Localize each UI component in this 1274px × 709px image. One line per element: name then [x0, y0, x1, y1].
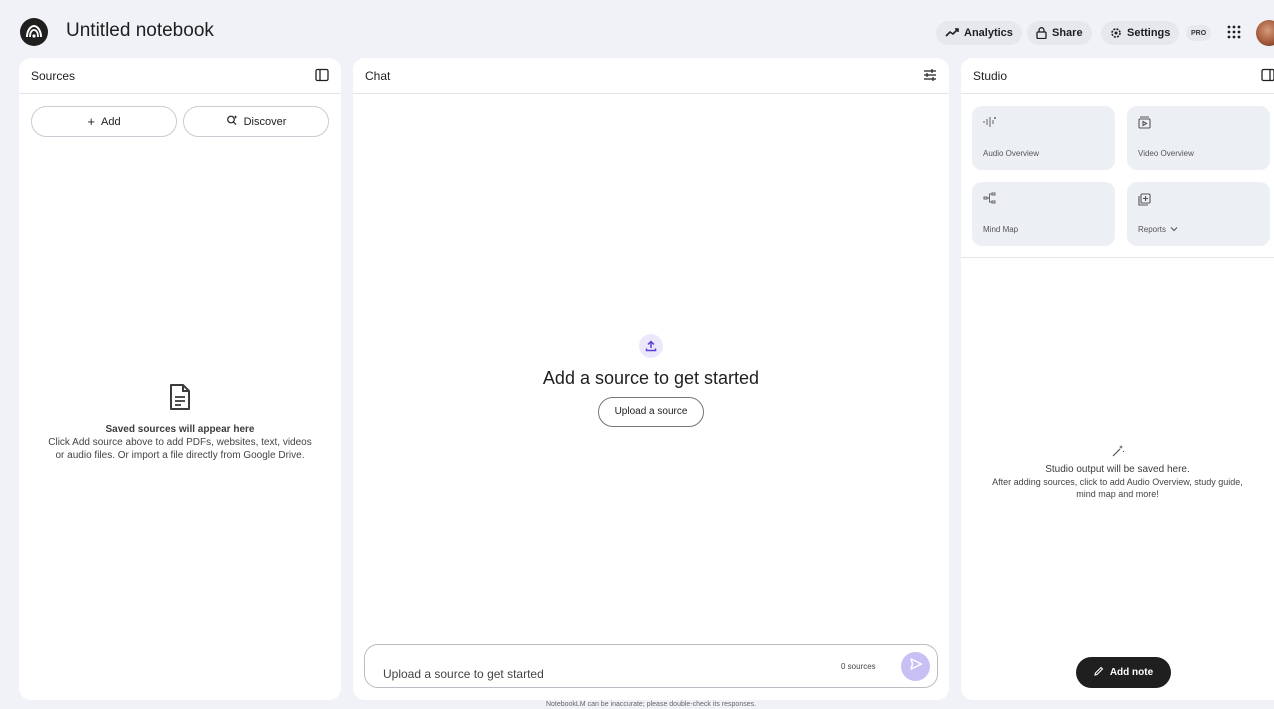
video-overview-label: Video Overview	[1138, 149, 1194, 158]
send-button[interactable]	[901, 652, 930, 681]
chat-empty-title: Add a source to get started	[542, 368, 760, 388]
chat-panel: Chat Add a source to get started Upload …	[353, 58, 949, 700]
reports-dropdown[interactable]: Reports	[1138, 225, 1178, 234]
mind-map-label: Mind Map	[983, 225, 1019, 234]
send-icon	[909, 657, 923, 676]
add-label: Add	[101, 115, 121, 128]
add-note-button[interactable]: Add note	[1076, 657, 1171, 688]
sources-empty-line1: Click Add source above to add PDFs, webs…	[48, 437, 312, 448]
notebooklm-logo-icon[interactable]	[20, 18, 48, 46]
magic-wand-icon	[961, 444, 1274, 461]
upload-icon	[639, 334, 663, 358]
video-icon	[1138, 116, 1151, 131]
add-note-label: Add note	[1109, 667, 1154, 678]
studio-empty-line2: mind map and more!	[1076, 489, 1159, 499]
chat-input-box: 0 sources	[364, 644, 938, 688]
pencil-icon	[1094, 666, 1104, 679]
reports-tile[interactable]: Reports	[1127, 182, 1270, 246]
sources-empty-title: Saved sources will appear here	[105, 424, 255, 435]
sources-empty-state: Saved sources will appear here Click Add…	[19, 383, 341, 462]
chat-title: Chat	[365, 68, 391, 83]
mind-map-icon	[983, 192, 997, 206]
discover-search-icon	[226, 114, 238, 129]
add-source-button[interactable]: + Add	[31, 106, 177, 137]
tune-settings-icon[interactable]	[923, 68, 937, 85]
sources-title: Sources	[31, 68, 76, 83]
analytics-button[interactable]: Analytics	[936, 21, 1022, 45]
gear-icon	[1110, 27, 1122, 39]
mind-map-tile[interactable]: Mind Map	[972, 182, 1115, 246]
chat-header: Chat	[353, 58, 949, 94]
studio-header: Studio	[961, 58, 1274, 94]
share-lock-icon	[1036, 27, 1047, 39]
audio-overview-tile[interactable]: Audio Overview	[972, 106, 1115, 170]
studio-divider	[961, 257, 1274, 258]
audio-waveform-icon	[983, 116, 997, 130]
studio-title: Studio	[973, 68, 1008, 83]
discover-label: Discover	[243, 115, 287, 128]
video-overview-tile[interactable]: Video Overview	[1127, 106, 1270, 170]
share-label: Share	[1052, 27, 1083, 39]
studio-panel: Studio Audio Overview Video Overview Min…	[961, 58, 1274, 700]
studio-empty-line1: After adding sources, click to add Audio…	[992, 477, 1243, 487]
pro-badge: PRO	[1186, 25, 1212, 41]
sources-empty-line2: or audio files. Or import a file directl…	[55, 450, 305, 461]
trending-up-icon	[945, 28, 959, 38]
app-header: Untitled notebook Analytics Share Settin…	[0, 0, 1274, 56]
reports-label: Reports	[1138, 225, 1167, 234]
collapse-panel-icon[interactable]	[315, 68, 329, 85]
settings-button[interactable]: Settings	[1101, 21, 1180, 45]
studio-empty-state: Studio output will be saved here. After …	[961, 444, 1274, 500]
studio-empty-title: Studio output will be saved here.	[1045, 464, 1190, 475]
chat-empty-state: Add a source to get started Upload a sou…	[353, 334, 949, 427]
sources-panel: Sources + Add Discover Saved sources wil…	[19, 58, 341, 700]
disclaimer-footer: NotebookLM can be inaccurate; please dou…	[545, 701, 757, 708]
notebook-title[interactable]: Untitled notebook	[66, 20, 214, 42]
audio-overview-label: Audio Overview	[983, 149, 1040, 158]
reports-icon	[1138, 192, 1152, 208]
collapse-studio-icon[interactable]	[1261, 68, 1274, 85]
settings-label: Settings	[1127, 27, 1171, 39]
analytics-label: Analytics	[964, 27, 1013, 39]
share-button[interactable]: Share	[1027, 21, 1092, 45]
source-count: 0 sources	[841, 662, 876, 671]
upload-source-button[interactable]: Upload a source	[597, 397, 705, 427]
apps-grid-icon[interactable]	[1227, 25, 1241, 44]
chat-input[interactable]	[383, 667, 683, 681]
discover-button[interactable]: Discover	[183, 106, 329, 137]
chevron-down-icon	[1170, 225, 1178, 234]
avatar[interactable]	[1256, 20, 1274, 46]
document-icon	[19, 383, 341, 415]
plus-icon: +	[87, 114, 95, 129]
sources-header: Sources	[19, 58, 341, 94]
